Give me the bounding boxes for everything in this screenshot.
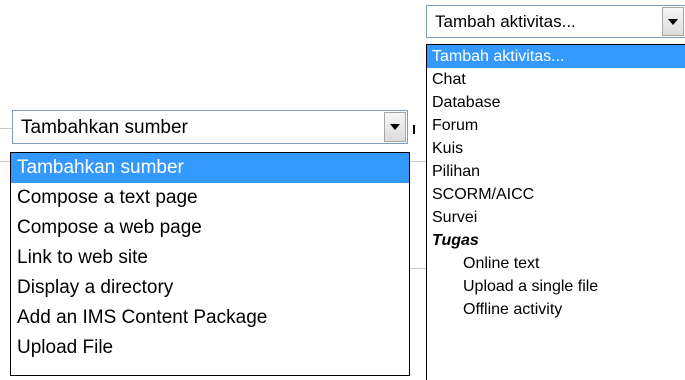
resource-option[interactable]: Display a directory	[11, 273, 409, 303]
option-group-label: Tugas	[432, 232, 479, 249]
page-divider	[410, 161, 426, 162]
resource-option[interactable]: Upload File	[11, 333, 409, 363]
page-divider	[0, 128, 12, 129]
activity-option[interactable]: Forum	[427, 114, 685, 137]
activity-suboption[interactable]: Offline activity	[427, 298, 685, 321]
activity-option[interactable]: Tambah aktivitas...	[427, 45, 685, 68]
chevron-down-icon	[668, 18, 678, 25]
activity-suboption[interactable]: Online text	[427, 252, 685, 275]
page-divider	[410, 268, 426, 269]
add-resource-select-value: Tambahkan sumber	[21, 117, 188, 138]
activity-option[interactable]: Chat	[427, 68, 685, 91]
page-divider	[0, 161, 10, 162]
add-resource-dropdown-button[interactable]	[384, 112, 406, 142]
resource-option[interactable]: Compose a text page	[11, 183, 409, 213]
add-resource-select[interactable]: Tambahkan sumber	[12, 110, 408, 144]
add-activity-options-list[interactable]: Tambah aktivitas... Chat Database Forum …	[426, 44, 685, 380]
text-cursor-mark	[413, 125, 415, 134]
activity-option[interactable]: Survei	[427, 206, 685, 229]
activity-option[interactable]: SCORM/AICC	[427, 183, 685, 206]
chevron-down-icon	[390, 124, 400, 130]
activity-option[interactable]: Kuis	[427, 137, 685, 160]
activity-option[interactable]: Pilihan	[427, 160, 685, 183]
resource-option[interactable]: Link to web site	[11, 243, 409, 273]
activity-suboption[interactable]: Upload a single file	[427, 275, 685, 298]
add-activity-select-value: Tambah aktivitas...	[435, 12, 576, 31]
resource-option[interactable]: Tambahkan sumber	[11, 153, 409, 183]
add-activity-select[interactable]: Tambah aktivitas...	[426, 5, 685, 38]
resource-option[interactable]: Add an IMS Content Package	[11, 303, 409, 333]
activity-option[interactable]: Database	[427, 91, 685, 114]
add-resource-options-list[interactable]: Tambahkan sumber Compose a text page Com…	[10, 152, 410, 376]
resource-option[interactable]: Compose a web page	[11, 213, 409, 243]
add-activity-dropdown-button[interactable]	[662, 7, 684, 36]
